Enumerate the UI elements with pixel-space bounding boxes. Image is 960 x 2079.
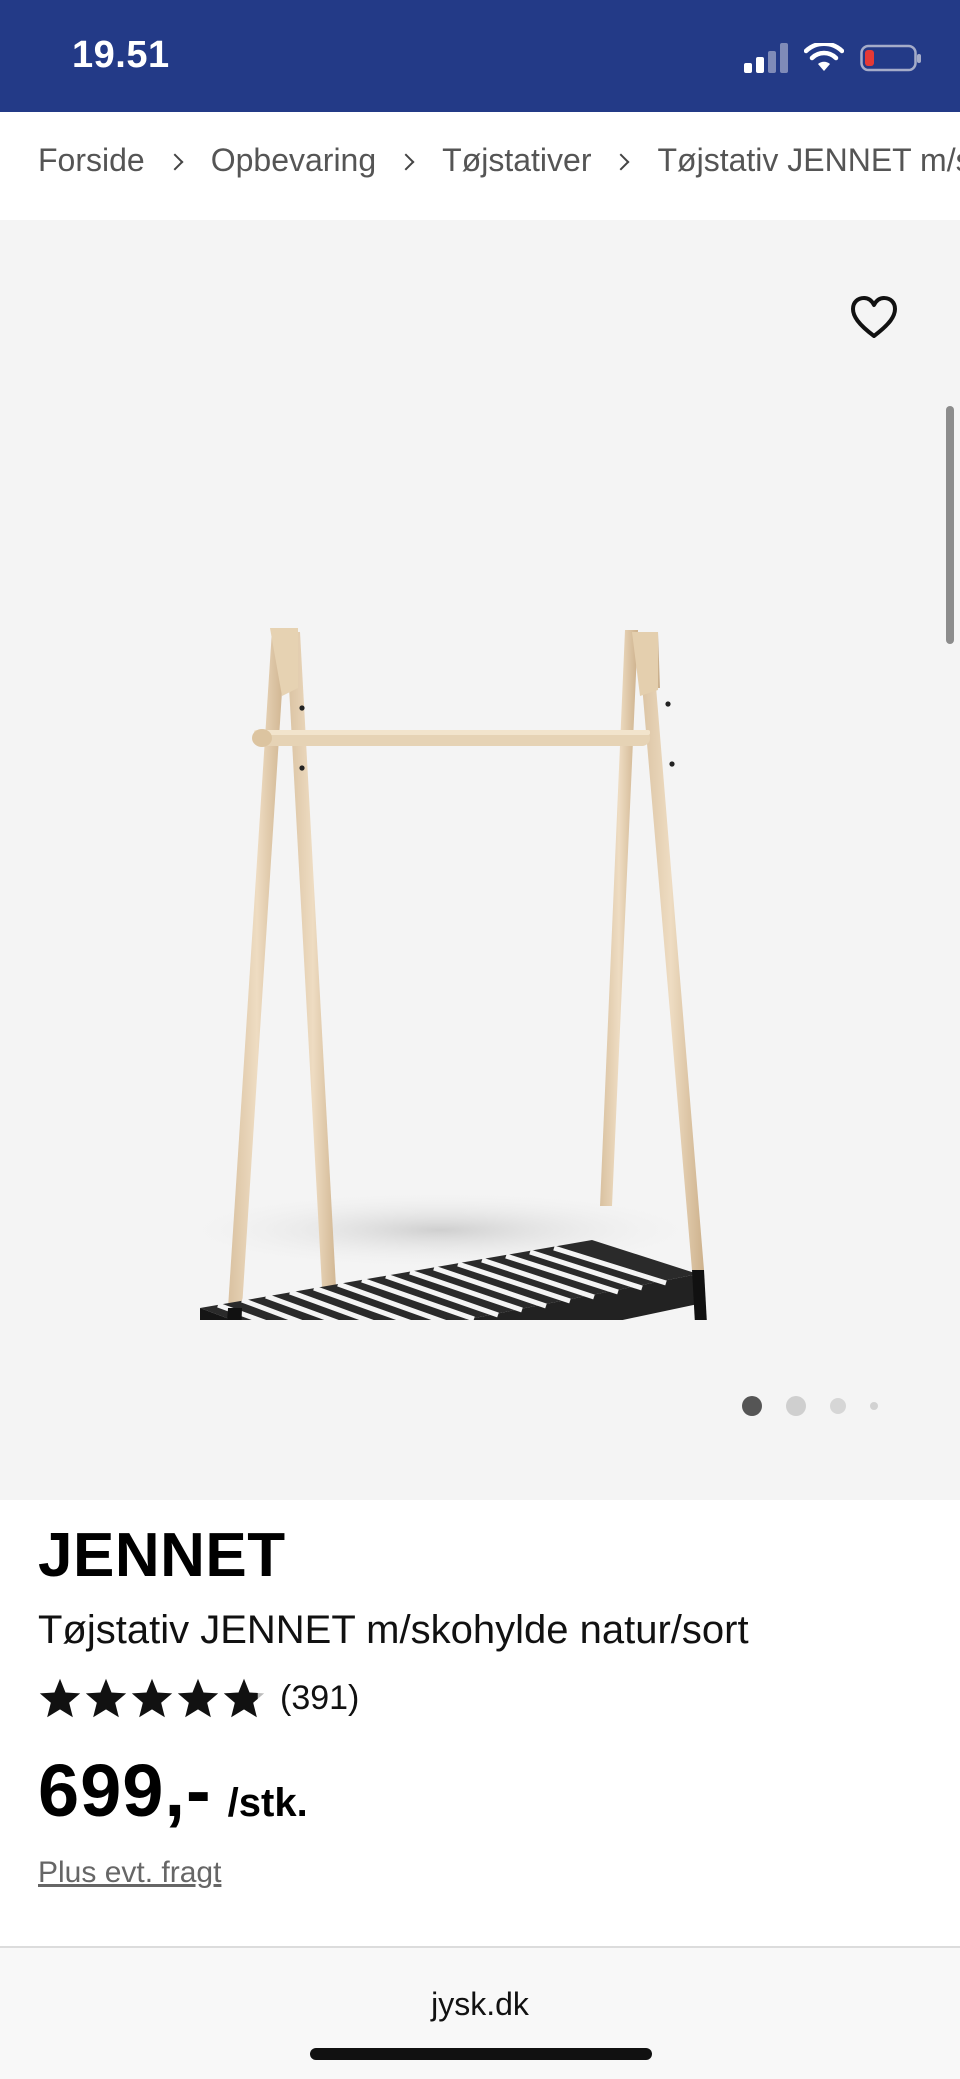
carousel-dot[interactable] xyxy=(786,1396,806,1416)
wifi-icon xyxy=(804,43,844,71)
carousel-dot[interactable] xyxy=(742,1396,762,1416)
url-label[interactable]: jysk.dk xyxy=(0,1986,960,2023)
carousel-dots[interactable] xyxy=(742,1396,902,1416)
heart-icon[interactable] xyxy=(848,292,900,344)
battery-low-icon xyxy=(860,44,921,72)
breadcrumb-item-forside[interactable]: Forside xyxy=(38,142,145,179)
freight-link[interactable]: Plus evt. fragt xyxy=(38,1856,221,1890)
chevron-right-icon xyxy=(397,153,415,170)
cellular-signal-icon xyxy=(744,43,788,73)
price-unit: /stk. xyxy=(227,1781,308,1825)
star-icon xyxy=(85,1678,127,1718)
clothes-rack-image xyxy=(180,628,710,1320)
status-time: 19.51 xyxy=(72,34,170,76)
product-price: 699,- xyxy=(38,1749,212,1832)
chevron-right-icon xyxy=(612,153,630,170)
price-row: 699,- /stk. xyxy=(38,1748,308,1833)
browser-bottom-bar: jysk.dk xyxy=(0,1946,960,2079)
product-rating[interactable]: (391) xyxy=(38,1676,359,1720)
carousel-dot[interactable] xyxy=(830,1398,846,1414)
rating-stars xyxy=(38,1676,266,1720)
breadcrumb-item-current[interactable]: Tøjstativ JENNET m/s xyxy=(657,142,960,179)
review-count[interactable]: (391) xyxy=(280,1679,359,1718)
star-icon xyxy=(39,1678,81,1718)
status-bar: 19.51 xyxy=(0,0,960,112)
product-image-gallery[interactable] xyxy=(0,220,960,1500)
chevron-right-icon xyxy=(166,153,184,170)
breadcrumb-item-tojstativer[interactable]: Tøjstativer xyxy=(442,142,591,179)
scrollbar[interactable] xyxy=(946,406,954,644)
product-title: Tøjstativ JENNET m/skohylde natur/sort xyxy=(38,1608,749,1652)
star-partial-icon xyxy=(223,1678,265,1718)
carousel-dot[interactable] xyxy=(870,1402,878,1410)
star-icon xyxy=(131,1678,173,1718)
breadcrumb-item-opbevaring[interactable]: Opbevaring xyxy=(211,142,376,179)
breadcrumb: Forside Opbevaring Tøjstativer Tøjstativ… xyxy=(0,112,960,220)
status-icons xyxy=(744,42,922,74)
star-icon xyxy=(177,1678,219,1718)
home-indicator[interactable] xyxy=(310,2048,652,2060)
product-brand: JENNET xyxy=(38,1521,286,1590)
